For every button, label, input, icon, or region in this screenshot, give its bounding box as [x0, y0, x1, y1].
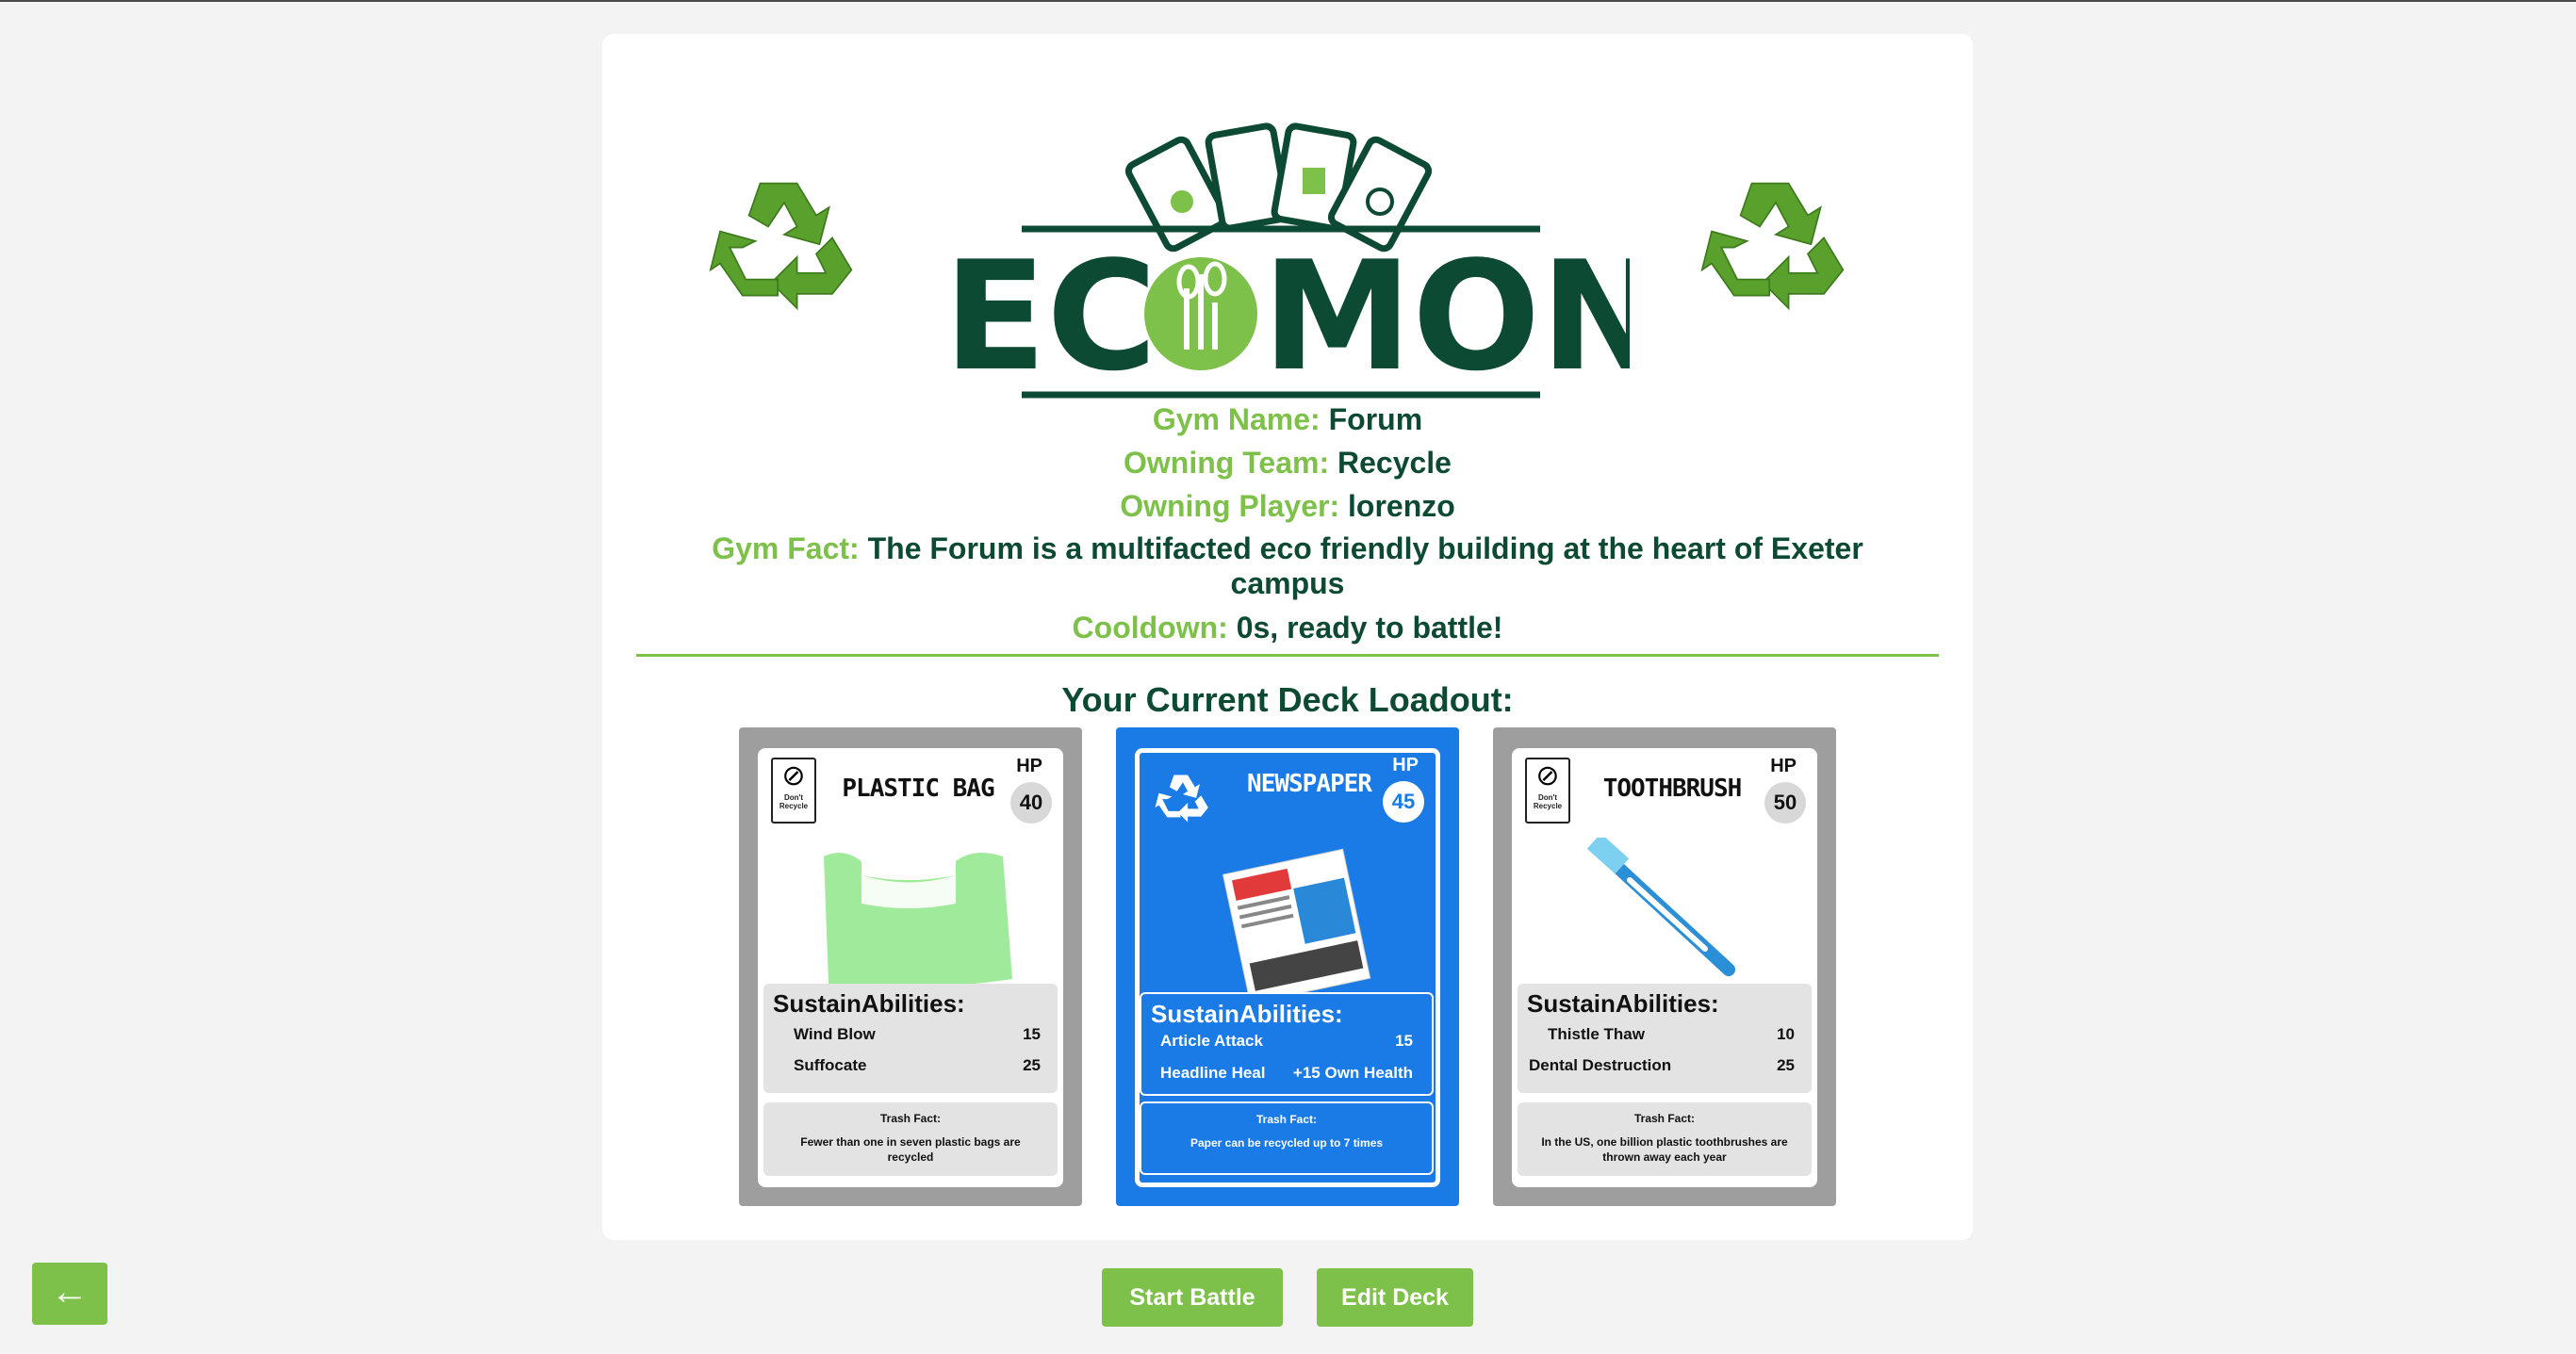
ability-value: 25 — [1023, 1056, 1041, 1074]
ability-name: Dental Destruction — [1529, 1056, 1672, 1074]
hp-value: 40 — [1010, 782, 1052, 824]
owning-team-label: Owning Team: — [1124, 446, 1330, 480]
plastic-bag-image — [824, 853, 1012, 987]
cooldown-label: Cooldown: — [1072, 611, 1228, 644]
cooldown-value: 0s, ready to battle! — [1236, 611, 1503, 644]
cooldown-row: Cooldown: 0s, ready to battle! — [602, 606, 1973, 649]
gym-name-label: Gym Name: — [1152, 402, 1321, 436]
hp-value: 45 — [1383, 781, 1424, 823]
owning-player-value: lorenzo — [1348, 489, 1455, 523]
owning-team-row: Owning Team: Recycle — [602, 441, 1973, 484]
abilities-box: SustainAbilities: Thistle Thaw 10 Dental… — [1518, 984, 1812, 1093]
owning-team-value: Recycle — [1337, 446, 1452, 480]
card-name: TOOTHBRUSH — [1602, 775, 1743, 803]
gym-name-row: Gym Name: Forum — [602, 398, 1973, 441]
recycle-icon — [1700, 182, 1845, 311]
gym-fact-value: The Forum is a multifacted eco friendly … — [867, 531, 1863, 600]
gym-info: Gym Name: Forum Owning Team: Recycle Own… — [602, 398, 1973, 649]
dont-recycle-icon: ⊘ Don't Recycle — [771, 758, 816, 824]
ability-name: Suffocate — [794, 1056, 867, 1074]
trash-fact-box: Trash Fact: Fewer than one in seven plas… — [763, 1102, 1058, 1176]
trash-fact-box: Trash Fact: In the US, one billion plast… — [1518, 1102, 1812, 1176]
hp-label: HP — [1770, 756, 1797, 776]
card-plastic-bag[interactable]: ⊘ Don't Recycle PLASTIC BAG HP 40 Sustai… — [739, 727, 1082, 1206]
dont-recycle-icon: ⊘ Don't Recycle — [1525, 758, 1570, 824]
card-toothbrush[interactable]: ⊘ Don't Recycle TOOTHBRUSH HP 50 Sustain… — [1493, 727, 1836, 1206]
ability-row: Thistle Thaw 10 — [1548, 1025, 1795, 1044]
ability-name: Headline Heal — [1160, 1064, 1266, 1082]
trash-fact-text: In the US, one billion plastic toothbrus… — [1541, 1135, 1788, 1164]
ability-name: Thistle Thaw — [1548, 1025, 1645, 1043]
ability-value: 10 — [1777, 1025, 1795, 1043]
hp-label: HP — [1392, 755, 1419, 775]
card-name: PLASTIC BAG — [842, 775, 994, 803]
ability-row: Dental Destruction 25 — [1529, 1056, 1795, 1075]
ecomon-logo: EC MON — [943, 122, 1630, 404]
back-button[interactable]: ← — [32, 1263, 107, 1325]
logo-text-left: EC — [943, 228, 1157, 404]
ability-row: Suffocate 25 — [794, 1056, 1041, 1075]
trash-fact-title: Trash Fact: — [1633, 1112, 1696, 1125]
ability-row: Article Attack 15 — [1160, 1032, 1413, 1051]
hp-value: 50 — [1764, 782, 1806, 824]
trash-fact-title: Trash Fact: — [879, 1112, 942, 1125]
card-body: ⊘ Don't Recycle TOOTHBRUSH HP 50 Sustain… — [1512, 748, 1817, 1187]
gym-fact-label: Gym Fact: — [712, 531, 860, 565]
ability-name: Wind Blow — [794, 1025, 876, 1043]
trash-fact-text: Paper can be recycled up to 7 times — [1190, 1136, 1384, 1150]
card-newspaper[interactable]: NEWSPAPER HP 45 SustainAbilities: Articl… — [1116, 727, 1459, 1206]
owning-player-row: Owning Player: lorenzo — [602, 484, 1973, 528]
recycle-icon — [1155, 775, 1208, 823]
trash-fact-title: Trash Fact: — [1255, 1113, 1318, 1126]
abilities-title: SustainAbilities: — [1527, 989, 1719, 1018]
ability-row: Headline Heal +15 Own Health — [1160, 1064, 1413, 1083]
abilities-box: SustainAbilities: Wind Blow 15 Suffocate… — [763, 984, 1058, 1093]
card-body: ⊘ Don't Recycle PLASTIC BAG HP 40 Sustai… — [758, 748, 1063, 1187]
card-name: NEWSPAPER — [1247, 770, 1372, 798]
deck-title: Your Current Deck Loadout: — [1061, 680, 1514, 719]
ability-value: 25 — [1777, 1056, 1795, 1074]
ability-value: +15 Own Health — [1292, 1064, 1413, 1082]
abilities-title: SustainAbilities: — [773, 989, 965, 1018]
gym-fact-row: Gym Fact: The Forum is a multifacted eco… — [689, 528, 1886, 606]
toothbrush-image — [1586, 838, 1735, 976]
abilities-title: SustainAbilities: — [1151, 1000, 1343, 1028]
gym-panel: EC MON Gym Name: Forum Owning Team: Recy… — [602, 34, 1973, 1240]
logo-text-right: MON — [1262, 228, 1630, 404]
card-body: NEWSPAPER HP 45 SustainAbilities: Articl… — [1135, 748, 1440, 1187]
trash-fact-text: Fewer than one in seven plastic bags are… — [800, 1135, 1021, 1164]
ability-value: 15 — [1395, 1032, 1413, 1050]
trash-fact-box: Trash Fact: Paper can be recycled up to … — [1140, 1101, 1434, 1175]
gym-name-value: Forum — [1328, 402, 1423, 436]
divider — [636, 654, 1939, 657]
dont-recycle-text: Don't Recycle — [1533, 793, 1563, 810]
dont-recycle-text: Don't Recycle — [779, 793, 809, 810]
ability-row: Wind Blow 15 — [794, 1025, 1041, 1044]
hp-label: HP — [1016, 756, 1042, 776]
start-battle-button[interactable]: Start Battle — [1102, 1268, 1283, 1327]
edit-deck-button[interactable]: Edit Deck — [1317, 1268, 1473, 1327]
ability-value: 15 — [1023, 1025, 1041, 1043]
recycle-icon — [709, 182, 853, 311]
ability-name: Article Attack — [1160, 1032, 1263, 1050]
abilities-box: SustainAbilities: Article Attack 15 Head… — [1140, 992, 1434, 1096]
newspaper-image — [1222, 848, 1371, 998]
owning-player-label: Owning Player: — [1120, 489, 1340, 523]
